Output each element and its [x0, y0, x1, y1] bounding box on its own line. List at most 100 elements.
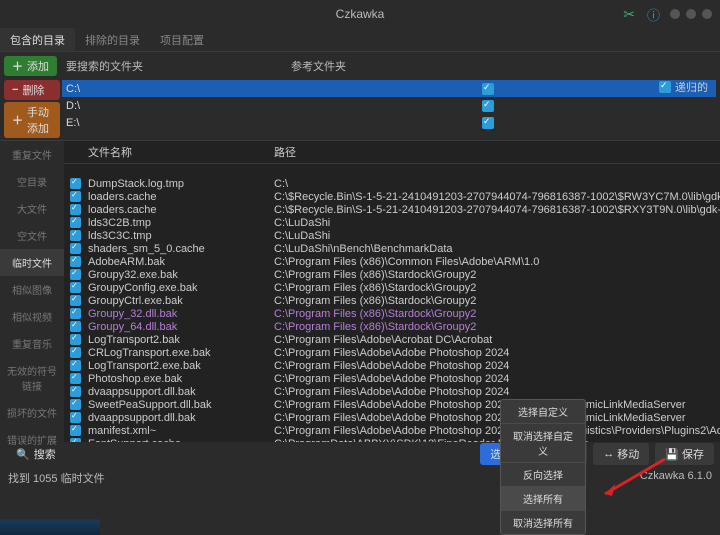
- folder-row[interactable]: C:\: [62, 80, 716, 97]
- table-row[interactable]: loaders.cacheC:\$Recycle.Bin\S-1-5-21-24…: [64, 203, 720, 216]
- search-button[interactable]: 🔍搜索: [6, 443, 66, 465]
- checkbox-icon[interactable]: [70, 425, 81, 436]
- table-row[interactable]: Groupy_32.dll.bakC:\Program Files (x86)\…: [64, 307, 720, 320]
- save-button[interactable]: 💾保存: [655, 443, 714, 465]
- checkbox-icon[interactable]: [70, 191, 81, 202]
- table-row[interactable]: GroupyConfig.exe.bakC:\Program Files (x8…: [64, 281, 720, 294]
- checkbox-icon[interactable]: [70, 399, 81, 410]
- table-rows[interactable]: DumpStack.log.tmpC:\loaders.cacheC:\$Rec…: [64, 164, 720, 442]
- sidebar-item[interactable]: 相似视频: [0, 303, 64, 330]
- table-row[interactable]: SweetPeaSupport.dll.bakC:\Program Files\…: [64, 398, 720, 411]
- checkbox-icon: [482, 117, 494, 129]
- checkbox-icon[interactable]: [70, 204, 81, 215]
- table-header: 文件名称 路径: [64, 141, 720, 164]
- checkbox-icon: [482, 83, 494, 95]
- sidebar-item[interactable]: 重复音乐: [0, 330, 64, 357]
- col-path[interactable]: 路径: [274, 144, 720, 160]
- table-row[interactable]: lds3C2B.tmpC:\LuDaShi: [64, 216, 720, 229]
- dropdown-item[interactable]: 取消选择自定义: [501, 424, 585, 463]
- col-name[interactable]: 文件名称: [88, 144, 274, 160]
- header-search-folder: 要搜索的文件夹: [66, 58, 291, 74]
- minimize-button[interactable]: [670, 9, 680, 19]
- tabs: 包含的目录 排除的目录 项目配置: [0, 28, 720, 52]
- checkbox-icon[interactable]: [70, 334, 81, 345]
- minus-icon: −: [12, 84, 18, 96]
- table-row[interactable]: LogTransport2.bakC:\Program Files\Adobe\…: [64, 333, 720, 346]
- table-row[interactable]: DumpStack.log.tmpC:\: [64, 177, 720, 190]
- sidebar-item[interactable]: 重复文件: [0, 141, 64, 168]
- save-icon: 💾: [665, 448, 679, 461]
- table-row[interactable]: AdobeARM.bakC:\Program Files (x86)\Commo…: [64, 255, 720, 268]
- dropdown-item[interactable]: 选择自定义: [501, 400, 585, 424]
- checkbox-icon[interactable]: [70, 373, 81, 384]
- desktop-edge: [0, 519, 100, 535]
- manual-add-button[interactable]: ＋手动添加: [4, 102, 60, 138]
- content: 文件名称 路径 DumpStack.log.tmpC:\loaders.cach…: [64, 141, 720, 442]
- sidebar-item[interactable]: 损坏的文件: [0, 399, 64, 426]
- table-row[interactable]: Groupy_64.dll.bakC:\Program Files (x86)\…: [64, 320, 720, 333]
- table-row[interactable]: GroupyCtrl.exe.bakC:\Program Files (x86)…: [64, 294, 720, 307]
- checkbox-icon[interactable]: [70, 308, 81, 319]
- checkbox-icon[interactable]: [70, 269, 81, 280]
- checkbox-icon: [659, 81, 671, 93]
- header-ref-folder: 参考文件夹: [291, 58, 346, 74]
- checkbox-icon[interactable]: [70, 295, 81, 306]
- plus-icon: ＋: [12, 112, 23, 128]
- checkbox-icon[interactable]: [70, 217, 81, 228]
- folder-row[interactable]: D:\: [62, 97, 716, 114]
- checkbox-icon[interactable]: [70, 178, 81, 189]
- recursive-checkbox[interactable]: 递归的: [659, 79, 708, 95]
- move-button[interactable]: ↔移动: [593, 443, 649, 465]
- add-button[interactable]: ＋添加: [4, 56, 57, 76]
- table-row[interactable]: CRLogTransport.exe.bakC:\Program Files\A…: [64, 346, 720, 359]
- table-row[interactable]: loaders.cacheC:\$Recycle.Bin\S-1-5-21-24…: [64, 190, 720, 203]
- tab-included[interactable]: 包含的目录: [0, 28, 75, 51]
- delete-button[interactable]: −删除: [4, 80, 60, 100]
- tab-exclude-items[interactable]: 项目配置: [150, 28, 214, 51]
- select-dropdown: 选择自定义取消选择自定义反向选择选择所有取消选择所有: [500, 399, 586, 535]
- plus-icon: ＋: [12, 58, 23, 74]
- close-button[interactable]: [702, 9, 712, 19]
- status-found: 找到 1055 临时文件: [8, 470, 105, 486]
- checkbox-icon[interactable]: [70, 360, 81, 371]
- status-bar: 找到 1055 临时文件 Czkawka 6.1.0: [0, 466, 720, 490]
- table-row[interactable]: LogTransport2.exe.bakC:\Program Files\Ad…: [64, 359, 720, 372]
- table-row[interactable]: Groupy32.exe.bakC:\Program Files (x86)\S…: [64, 268, 720, 281]
- sidebar-item[interactable]: 相似图像: [0, 276, 64, 303]
- table-row[interactable]: [64, 164, 720, 177]
- table-row[interactable]: dvaappsupport.dll.bakC:\Program Files\Ad…: [64, 385, 720, 398]
- checkbox-icon[interactable]: [70, 243, 81, 254]
- checkbox-icon[interactable]: [70, 438, 81, 442]
- dropdown-item[interactable]: 选择所有: [501, 487, 585, 511]
- maximize-button[interactable]: [686, 9, 696, 19]
- tab-excluded[interactable]: 排除的目录: [75, 28, 150, 51]
- checkbox-icon[interactable]: [70, 282, 81, 293]
- table-row[interactable]: dvaappsupport.dll.bakC:\Program Files\Ad…: [64, 411, 720, 424]
- status-version: Czkawka 6.1.0: [640, 470, 712, 486]
- footer: 🔍搜索 选择 🗑删除 ↔移动 💾保存: [0, 442, 720, 466]
- table-row[interactable]: manifest.xml~C:\Program Files\Adobe\Adob…: [64, 424, 720, 437]
- checkbox-icon[interactable]: [70, 386, 81, 397]
- table-row[interactable]: FontSupport.cacheC:\ProgramData\ABBYY\SD…: [64, 437, 720, 442]
- table-row[interactable]: shaders_sm_5_0.cacheC:\LuDaShi\nBench\Be…: [64, 242, 720, 255]
- info-icon[interactable]: ⓘ: [647, 5, 660, 24]
- sidebar-item[interactable]: 无效的符号链接: [0, 357, 64, 399]
- table-row[interactable]: lds3C3C.tmpC:\LuDaShi: [64, 229, 720, 242]
- checkbox-icon[interactable]: [70, 412, 81, 423]
- scissors-icon[interactable]: ✂: [623, 6, 635, 23]
- sidebar-item[interactable]: 空目录: [0, 168, 64, 195]
- folder-row[interactable]: E:\: [62, 114, 716, 131]
- titlebar: Czkawka ✂ ⓘ: [0, 0, 720, 28]
- dropdown-item[interactable]: 取消选择所有: [501, 511, 585, 534]
- folder-list: C:\D:\E:\: [62, 80, 716, 138]
- sidebar-item[interactable]: 临时文件: [0, 249, 64, 276]
- dropdown-item[interactable]: 反向选择: [501, 463, 585, 487]
- folder-headers: 要搜索的文件夹 参考文件夹: [60, 56, 346, 76]
- checkbox-icon[interactable]: [70, 321, 81, 332]
- sidebar-item[interactable]: 大文件: [0, 195, 64, 222]
- checkbox-icon[interactable]: [70, 347, 81, 358]
- table-row[interactable]: Photoshop.exe.bakC:\Program Files\Adobe\…: [64, 372, 720, 385]
- checkbox-icon[interactable]: [70, 230, 81, 241]
- checkbox-icon[interactable]: [70, 256, 81, 267]
- sidebar-item[interactable]: 空文件: [0, 222, 64, 249]
